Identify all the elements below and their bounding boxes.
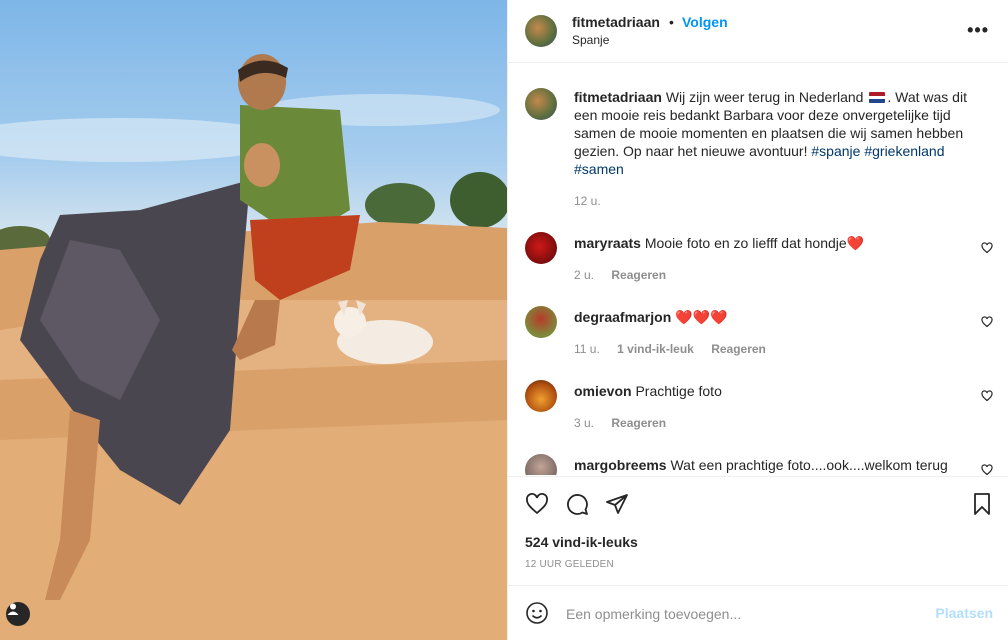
commenter-avatar[interactable] xyxy=(525,454,557,475)
follow-button[interactable]: Volgen xyxy=(682,14,728,30)
hashtag-link[interactable]: #spanje xyxy=(811,143,860,159)
comment-username[interactable]: degraafmarjon xyxy=(574,309,671,325)
comment-body: Prachtige foto xyxy=(635,383,722,399)
comment-meta: 3 u. Reageren xyxy=(574,416,680,430)
post-comment-button[interactable]: Plaatsen xyxy=(935,605,993,621)
comment-text: margobreems Wat een prachtige foto....oo… xyxy=(574,456,984,474)
tagged-people-icon[interactable] xyxy=(6,602,30,626)
comment-username[interactable]: omievon xyxy=(574,383,632,399)
comment-meta: 11 u. 1 vind-ik-leuk Reageren xyxy=(574,342,780,356)
comment-meta: 2 u. Reageren xyxy=(574,268,680,282)
post-header: fitmetadriaan • Volgen Spanje ••• xyxy=(508,0,1008,63)
separator-dot: • xyxy=(669,14,674,30)
comment-text: degraafmarjon ❤️❤️❤️ xyxy=(574,308,984,326)
comment-text: omievon Prachtige foto xyxy=(574,382,984,400)
comment-body: Wat een prachtige foto....ook....welkom … xyxy=(670,457,948,473)
comment-time[interactable]: 2 u. xyxy=(574,268,594,282)
caption-time[interactable]: 12 u. xyxy=(574,194,601,208)
reply-button[interactable]: Reageren xyxy=(611,416,666,430)
like-comment-heart-icon[interactable] xyxy=(981,316,993,328)
comment-username[interactable]: maryraats xyxy=(574,235,641,251)
more-options-icon[interactable]: ••• xyxy=(967,20,989,41)
like-comment-heart-icon[interactable] xyxy=(981,464,993,475)
comment-input[interactable] xyxy=(564,602,908,626)
hashtag-link[interactable]: #griekenland xyxy=(864,143,944,159)
caption-author-avatar[interactable] xyxy=(525,88,557,120)
post-photo[interactable] xyxy=(0,0,507,640)
caption-text: fitmetadriaan Wij zijn weer terug in Ned… xyxy=(574,88,984,178)
comment-composer: Plaatsen xyxy=(508,585,1008,641)
post-panel: fitmetadriaan • Volgen Spanje ••• fitmet… xyxy=(507,0,1008,640)
author-username[interactable]: fitmetadriaan xyxy=(572,14,660,30)
post-timestamp[interactable]: 12 UUR GELEDEN xyxy=(525,559,614,570)
comment-body: Mooie foto en zo liefff dat hondje❤️ xyxy=(644,235,865,251)
emoji-icon[interactable] xyxy=(525,601,549,625)
commenter-avatar[interactable] xyxy=(525,306,557,338)
caption-author[interactable]: fitmetadriaan xyxy=(574,89,662,105)
netherlands-flag-icon xyxy=(869,92,886,103)
reply-button[interactable]: Reageren xyxy=(711,342,766,356)
caption-main: Wij zijn weer terug in Nederland xyxy=(665,89,864,105)
comment-bubble-icon[interactable] xyxy=(565,492,589,516)
comment-time[interactable]: 3 u. xyxy=(574,416,594,430)
like-comment-heart-icon[interactable] xyxy=(981,242,993,254)
comment-text: maryraats Mooie foto en zo liefff dat ho… xyxy=(574,234,984,252)
comment-body: ❤️❤️❤️ xyxy=(675,309,728,325)
author-avatar[interactable] xyxy=(525,15,557,47)
post-location[interactable]: Spanje xyxy=(572,33,609,47)
comments-list[interactable]: fitmetadriaan Wij zijn weer terug in Ned… xyxy=(508,63,1008,475)
commenter-avatar[interactable] xyxy=(525,380,557,412)
reply-button[interactable]: Reageren xyxy=(611,268,666,282)
hashtag-link[interactable]: #samen xyxy=(574,161,624,177)
comment-likes[interactable]: 1 vind-ik-leuk xyxy=(617,342,694,356)
photo-scene xyxy=(0,54,507,640)
likes-count[interactable]: 524 vind-ik-leuks xyxy=(525,534,638,550)
save-bookmark-icon[interactable] xyxy=(970,492,994,516)
like-comment-heart-icon[interactable] xyxy=(981,390,993,402)
post-actions: 524 vind-ik-leuks 12 UUR GELEDEN xyxy=(508,476,1008,585)
commenter-avatar[interactable] xyxy=(525,232,557,264)
share-paper-plane-icon[interactable] xyxy=(605,492,629,516)
caption-meta: 12 u. xyxy=(574,194,615,208)
like-heart-icon[interactable] xyxy=(525,492,549,516)
comment-time[interactable]: 11 u. xyxy=(574,342,600,356)
comment-username[interactable]: margobreems xyxy=(574,457,667,473)
